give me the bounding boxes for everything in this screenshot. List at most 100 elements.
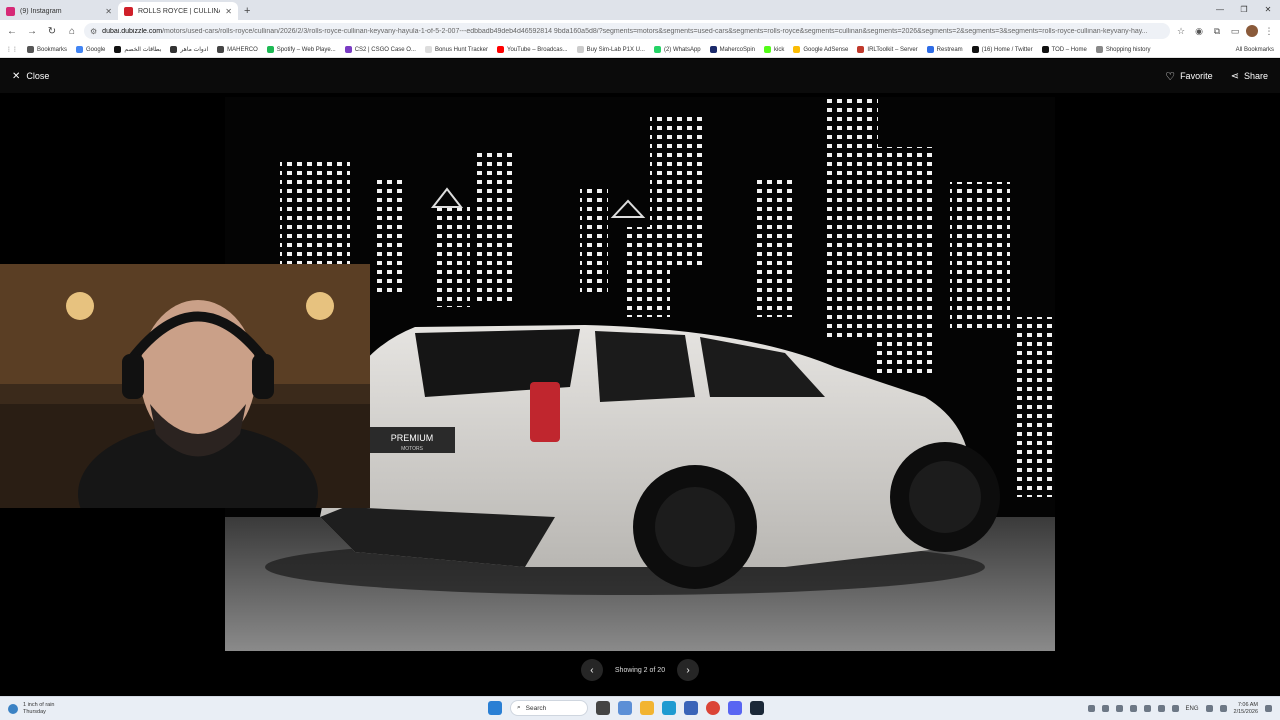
bookmark-label: kick — [774, 46, 785, 53]
windows-taskbar: 1 inch of rain Thursday ⌕ Search ENG 7:0… — [0, 696, 1280, 720]
bookmark-item[interactable]: YouTube – Broadcas... — [497, 46, 568, 53]
bookmark-favicon-icon — [1041, 46, 1049, 53]
bookmark-label: Bonus Hunt Tracker — [434, 46, 488, 53]
new-tab-icon[interactable]: + — [244, 5, 250, 17]
reload-icon[interactable]: ↻ — [44, 26, 60, 37]
bookmark-label: CS2 | CSGO Case O... — [354, 46, 416, 53]
bookmark-label: Spotify – Web Playe... — [276, 46, 336, 53]
tab-close-icon[interactable]: ✕ — [225, 7, 232, 16]
tray-app-icon[interactable] — [1157, 705, 1165, 712]
bookmark-item[interactable]: Spotify – Web Playe... — [266, 46, 336, 53]
bookmark-item[interactable]: Google AdSense — [793, 46, 848, 53]
bookmark-item[interactable]: (16) Home / Twitter — [971, 46, 1033, 53]
bookmark-item[interactable]: MAHERCO — [217, 46, 258, 53]
bookmark-item[interactable]: Bookmarks — [27, 46, 67, 53]
window-close-icon[interactable]: ✕ — [1256, 0, 1280, 20]
notifications-icon[interactable] — [1265, 705, 1272, 712]
bookmark-item[interactable]: Shopping history — [1095, 46, 1151, 53]
bookmark-item[interactable]: TOD – Home — [1041, 46, 1087, 53]
viewer-top-bar: ✕ Close ♡ Favorite ⋖ Share — [0, 59, 1280, 93]
bookmark-star-icon[interactable]: ☆ — [1174, 26, 1188, 37]
site-info-icon[interactable]: ⚙ — [90, 27, 97, 36]
clock[interactable]: 7:06 AM 2/15/2026 — [1234, 702, 1258, 716]
all-bookmarks[interactable]: All Bookmarks — [1236, 47, 1274, 53]
bookmark-item[interactable]: Google — [76, 46, 105, 53]
share-label: Share — [1243, 71, 1268, 81]
extensions-icon[interactable]: ⧉ — [1210, 26, 1224, 37]
weather-widget[interactable]: 1 inch of rain Thursday — [8, 702, 55, 716]
tray-app-icon[interactable] — [1087, 705, 1095, 712]
tab-rolls-royce[interactable]: ROLLS ROYCE | CULLINAN KEY… ✕ — [118, 2, 238, 20]
discord-icon[interactable] — [728, 701, 742, 715]
bookmark-favicon-icon — [170, 46, 178, 53]
tray-app-icon[interactable] — [1129, 705, 1137, 712]
task-view-icon[interactable] — [596, 701, 610, 715]
bookmark-item[interactable]: (2) WhatsApp — [653, 46, 701, 53]
bookmark-item[interactable]: بطاقات الخصم — [114, 46, 161, 53]
microphone-icon[interactable] — [1171, 705, 1179, 712]
prev-photo-button[interactable]: ‹ — [580, 659, 603, 681]
menu-icon[interactable]: ⋮ — [1262, 26, 1276, 37]
share-button[interactable]: ⋖ Share — [1231, 71, 1268, 82]
apps-grid-icon[interactable]: ⋮⋮ — [6, 46, 18, 53]
tray-app-icon[interactable] — [1101, 705, 1109, 712]
bookmark-favicon-icon — [76, 46, 84, 53]
bookmark-item[interactable]: Bonus Hunt Tracker — [424, 46, 488, 53]
bookmark-item[interactable]: Restream — [926, 46, 963, 53]
maximize-icon[interactable]: ❐ — [1232, 0, 1256, 20]
webcam-feed — [0, 264, 370, 508]
bookmark-favicon-icon — [709, 46, 717, 53]
chrome-icon[interactable] — [706, 701, 720, 715]
bookmark-item[interactable]: kick — [764, 46, 784, 53]
lamp — [306, 292, 334, 320]
browser-tab-bar: (9) Instagram ✕ ROLLS ROYCE | CULLINAN K… — [0, 0, 1280, 20]
url-bar[interactable]: ⚙ dubai.dubizzle.com/motors/used-cars/ro… — [84, 23, 1170, 39]
close-button[interactable]: ✕ Close — [12, 71, 49, 82]
tab-close-icon[interactable]: ✕ — [105, 7, 112, 16]
home-icon[interactable]: ⌂ — [64, 26, 80, 37]
bookmark-label: Google — [86, 46, 106, 53]
bookmark-item[interactable]: MahercoSpin — [709, 46, 755, 53]
widgets-icon[interactable] — [618, 701, 632, 715]
store-icon[interactable] — [684, 701, 698, 715]
favorite-button[interactable]: ♡ Favorite — [1165, 70, 1212, 83]
bookmark-favicon-icon — [497, 46, 504, 53]
bookmark-favicon-icon — [344, 46, 352, 53]
bookmark-favicon-icon — [217, 46, 225, 53]
back-icon[interactable]: ← — [4, 26, 20, 37]
read-aloud-icon[interactable]: ◉ — [1192, 26, 1206, 37]
bookmark-item[interactable]: CS2 | CSGO Case O... — [344, 46, 416, 53]
windows-start-icon[interactable] — [488, 701, 502, 715]
bookmark-label: YouTube – Broadcas... — [507, 46, 568, 53]
bookmark-favicon-icon — [971, 46, 979, 53]
bookmark-favicon-icon — [1095, 46, 1103, 53]
bookmarks-bar: ⋮⋮ Bookmarks Google بطاقات الخصم ادوات ماهر M… — [0, 42, 1280, 58]
tray-app-icon[interactable] — [1115, 705, 1123, 712]
edge-icon[interactable] — [662, 701, 676, 715]
bookmark-item[interactable]: ادوات ماهر — [170, 46, 208, 53]
taskbar-search[interactable]: ⌕ Search — [510, 700, 588, 716]
volume-icon[interactable] — [1205, 705, 1213, 712]
photo-pager: ‹ Showing 2 of 20 › — [0, 657, 1280, 683]
profile-avatar[interactable] — [1246, 25, 1258, 37]
file-explorer-icon[interactable] — [640, 701, 654, 715]
steam-icon[interactable] — [750, 701, 764, 715]
url-host: dubai.dubizzle.com — [102, 27, 163, 35]
next-photo-button[interactable]: › — [677, 659, 700, 681]
webcam-overlay — [0, 264, 370, 508]
battery-icon[interactable] — [1219, 705, 1227, 712]
plate-subtext: MOTORS — [401, 446, 424, 452]
bookmark-item[interactable]: Buy Sim-Lab P1X U... — [576, 46, 645, 53]
search-icon: ⌕ — [517, 704, 521, 711]
forward-icon[interactable]: → — [24, 26, 40, 37]
minimize-icon[interactable]: — — [1208, 0, 1232, 20]
bookmark-favicon-icon — [114, 46, 122, 53]
tray-app-icon[interactable] — [1143, 705, 1151, 712]
bookmark-item[interactable]: IRLToolkit – Server — [857, 46, 918, 53]
close-icon: ✕ — [12, 70, 21, 82]
bookmark-label: (2) WhatsApp — [663, 46, 701, 53]
tab-instagram[interactable]: (9) Instagram ✕ — [0, 2, 118, 20]
language-indicator[interactable]: ENG — [1186, 706, 1199, 712]
clock-date: 2/15/2026 — [1233, 708, 1258, 715]
sidebar-icon[interactable]: ▭ — [1228, 26, 1242, 37]
